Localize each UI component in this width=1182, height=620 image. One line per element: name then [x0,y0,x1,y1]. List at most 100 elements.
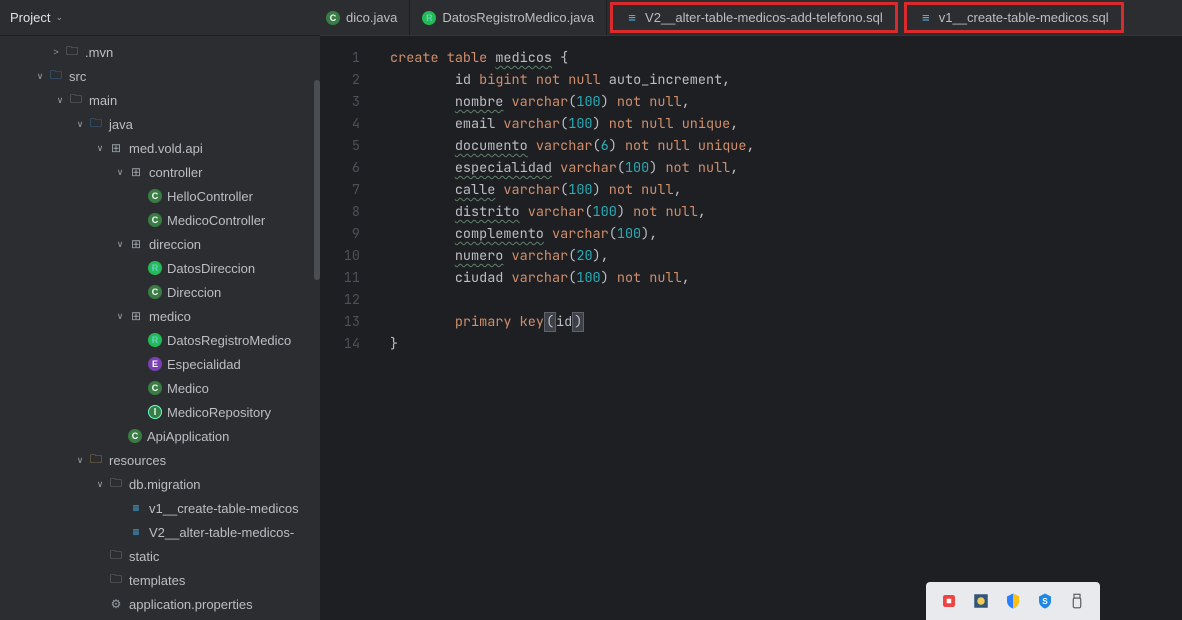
taskbar: S [926,582,1100,620]
tree-label: src [69,69,86,84]
tree-appprops[interactable]: ⚙application.properties [0,592,320,616]
file-icon: ⊞ [128,236,144,252]
sidebar-header[interactable]: Project ⌄ [0,0,320,36]
taskbar-icon-2[interactable] [972,592,990,610]
taskbar-icon-1[interactable] [940,592,958,610]
file-icon: 🗀 [68,92,84,108]
tree-label: direccion [149,237,201,252]
tree-label: templates [129,573,185,588]
project-sidebar: Project ⌄ >🗀.mvn∨🗀src∨🗀main∨🗀java∨⊞med.v… [0,0,320,620]
tree-v2sql[interactable]: ≡ V2__alter-table-medicos- [0,520,320,544]
tree-arrow-icon[interactable]: ∨ [92,479,108,490]
tree-main[interactable]: ∨🗀 main [0,88,320,112]
file-icon: ⊞ [108,140,124,156]
tree-pkg-api[interactable]: ∨⊞ med.vold.api [0,136,320,160]
tree-label: ApiApplication [147,429,229,444]
file-icon: ≡ [128,524,144,540]
shield-icon[interactable] [1004,592,1022,610]
file-icon: 🗀 [108,476,124,492]
tree-direccion[interactable]: CDireccion [0,280,320,304]
tree-pkg-controller[interactable]: ∨⊞ controller [0,160,320,184]
tree-static[interactable]: 🗀static [0,544,320,568]
tree-label: controller [149,165,202,180]
tab-file-icon: ≡ [625,11,639,25]
tree-label: v1__create-table-medicos [149,501,299,516]
code-area[interactable]: 1234567891011121314 create table medicos… [320,36,1182,620]
tree-src[interactable]: ∨🗀 src [0,64,320,88]
usb-icon[interactable] [1068,592,1086,610]
project-tree[interactable]: >🗀.mvn∨🗀src∨🗀main∨🗀java∨⊞med.vold.api∨⊞c… [0,36,320,620]
file-icon: C [128,429,142,443]
tree-mvn[interactable]: >🗀 .mvn [0,40,320,64]
tree-datosregistro[interactable]: R DatosRegistroMedico [0,328,320,352]
tree-repo[interactable]: IMedicoRepository [0,400,320,424]
tree-medico[interactable]: CMedico [0,376,320,400]
tab-datosregistro[interactable]: RDatosRegistroMedico.java [410,0,607,35]
tree-resources[interactable]: ∨🗀resources [0,448,320,472]
tree-datosdireccion[interactable]: RDatosDireccion [0,256,320,280]
tree-arrow-icon[interactable]: > [48,47,64,57]
tree-arrow-icon[interactable]: ∨ [112,167,128,178]
file-icon: R [148,261,162,275]
tree-dbmigration[interactable]: ∨🗀 db.migration [0,472,320,496]
tree-label: DatosRegistroMedico [167,333,291,348]
tree-label: med.vold.api [129,141,203,156]
file-icon: I [148,405,162,419]
tab-v1sql[interactable]: ≡v1__create-table-medicos.sql [904,2,1124,33]
file-icon: ⊞ [128,164,144,180]
file-icon: 🗀 [48,68,64,84]
chevron-down-icon: ⌄ [55,12,63,23]
file-icon: 🗀 [108,548,124,564]
line-number: 2 [320,69,360,91]
tree-arrow-icon[interactable]: ∨ [112,311,128,322]
file-icon: 🗀 [88,116,104,132]
tree-label: .mvn [85,45,113,60]
code-content[interactable]: create table medicos { id bigint not nul… [375,36,1182,620]
tree-label: Medico [167,381,209,396]
line-number: 5 [320,135,360,157]
tab-dico[interactable]: Cdico.java [320,0,410,35]
file-icon: C [148,285,162,299]
tree-medicocontroller[interactable]: CMedicoController [0,208,320,232]
editor-pane: Cdico.javaRDatosRegistroMedico.java≡V2__… [320,0,1182,620]
tab-label: DatosRegistroMedico.java [442,10,594,25]
tree-pkg-direccion[interactable]: ∨⊞ direccion [0,232,320,256]
tree-arrow-icon[interactable]: ∨ [52,95,68,106]
line-number: 3 [320,91,360,113]
tree-v1sql[interactable]: ≡ v1__create-table-medicos [0,496,320,520]
tree-arrow-icon[interactable]: ∨ [72,455,88,466]
tab-file-icon: C [326,11,340,25]
line-number: 10 [320,245,360,267]
taskbar-icon-4[interactable]: S [1036,592,1054,610]
tree-label: main [89,93,117,108]
file-icon: ≡ [128,500,144,516]
tree-arrow-icon[interactable]: ∨ [92,143,108,154]
tree-label: MedicoController [167,213,265,228]
line-number: 9 [320,223,360,245]
svg-text:S: S [1042,597,1048,606]
tree-hello[interactable]: CHelloController [0,184,320,208]
line-number: 13 [320,311,360,333]
tree-apiapp[interactable]: C ApiApplication [0,424,320,448]
tree-arrow-icon[interactable]: ∨ [32,71,48,82]
tree-java[interactable]: ∨🗀java [0,112,320,136]
tab-v2sql[interactable]: ≡V2__alter-table-medicos-add-telefono.sq… [610,2,898,33]
tree-templates[interactable]: 🗀 templates [0,568,320,592]
tree-especialidad[interactable]: EEspecialidad [0,352,320,376]
tree-label: V2__alter-table-medicos- [149,525,294,540]
scrollbar[interactable] [314,80,320,280]
tree-label: db.migration [129,477,201,492]
tree-arrow-icon[interactable]: ∨ [112,239,128,250]
tree-arrow-icon[interactable]: ∨ [72,119,88,130]
line-number: 12 [320,289,360,311]
file-icon: R [148,333,162,347]
line-number: 14 [320,333,360,355]
tree-label: medico [149,309,191,324]
file-icon: 🗀 [108,572,124,588]
file-icon: 🗀 [64,44,80,60]
tree-label: application.properties [129,597,253,612]
gutter: 1234567891011121314 [320,36,375,620]
tree-pkg-medico[interactable]: ∨⊞medico [0,304,320,328]
file-icon: 🗀 [88,452,104,468]
tab-label: v1__create-table-medicos.sql [939,10,1109,25]
